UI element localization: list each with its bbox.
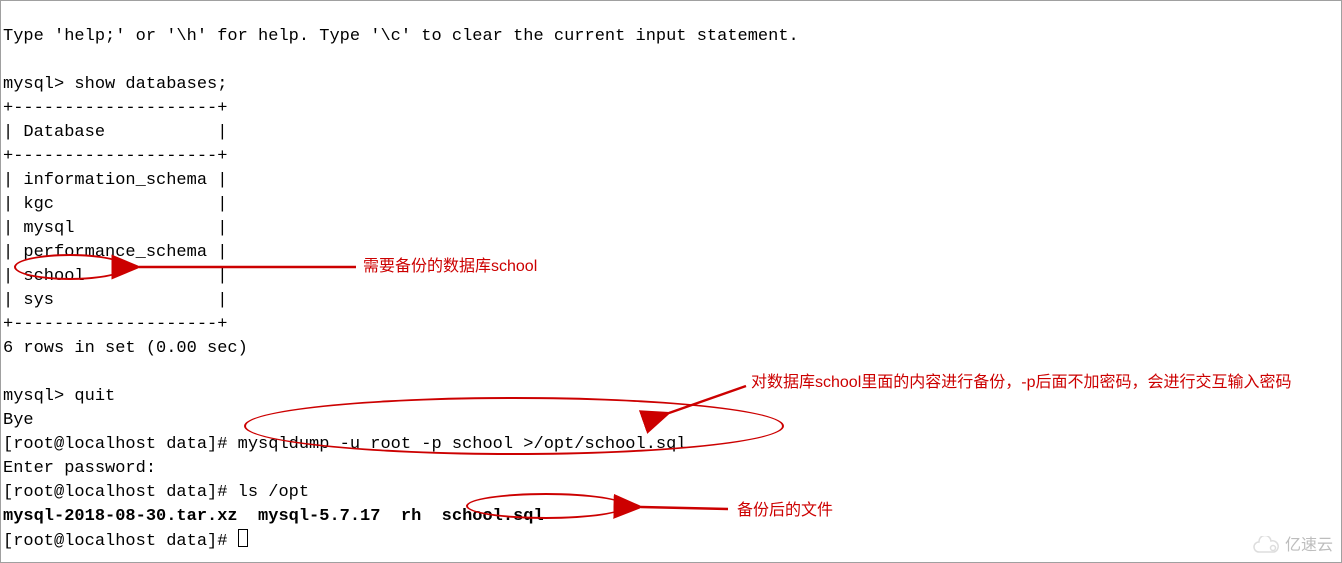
terminal-line: | Database | xyxy=(3,123,227,142)
terminal-line: mysql> quit xyxy=(3,387,115,406)
cloud-icon xyxy=(1251,536,1281,556)
watermark: 亿速云 xyxy=(1251,534,1333,558)
annotation-circle-school xyxy=(14,254,126,280)
terminal-line: +--------------------+ xyxy=(3,315,227,334)
arrow-icon xyxy=(661,381,751,421)
terminal-line: [root@localhost data]# xyxy=(3,532,238,551)
terminal-line: 6 rows in set (0.00 sec) xyxy=(3,339,248,358)
terminal-line: Type 'help;' or '\h' for help. Type '\c'… xyxy=(3,27,799,46)
terminal-line: +--------------------+ xyxy=(3,99,227,118)
terminal-output: Type 'help;' or '\h' for help. Type '\c'… xyxy=(1,1,799,554)
annotation-text-command: 对数据库school里面的内容进行备份，-p后面不加密码，会进行交互输入密码 xyxy=(751,373,1307,393)
annotation-text-school: 需要备份的数据库school xyxy=(363,257,537,277)
arrow-icon xyxy=(131,257,361,277)
terminal-line: | kgc | xyxy=(3,195,227,214)
terminal-line: +--------------------+ xyxy=(3,147,227,166)
watermark-text: 亿速云 xyxy=(1285,534,1333,558)
terminal-line: | mysql | xyxy=(3,219,227,238)
terminal-window: Type 'help;' or '\h' for help. Type '\c'… xyxy=(0,0,1342,563)
annotation-text-file: 备份后的文件 xyxy=(737,501,833,521)
terminal-line: mysql-2018-08-30.tar.xz mysql-5.7.17 rh … xyxy=(3,507,544,526)
terminal-line: Enter password: xyxy=(3,459,156,478)
terminal-line: mysql> show databases; xyxy=(3,75,227,94)
terminal-line: | information_schema | xyxy=(3,171,227,190)
terminal-line: [root@localhost data]# ls /opt xyxy=(3,483,309,502)
annotation-circle-file xyxy=(466,493,626,519)
arrow-icon xyxy=(633,495,733,519)
terminal-line: Bye xyxy=(3,411,34,430)
terminal-line: | sys | xyxy=(3,291,227,310)
terminal-cursor[interactable] xyxy=(238,529,248,547)
